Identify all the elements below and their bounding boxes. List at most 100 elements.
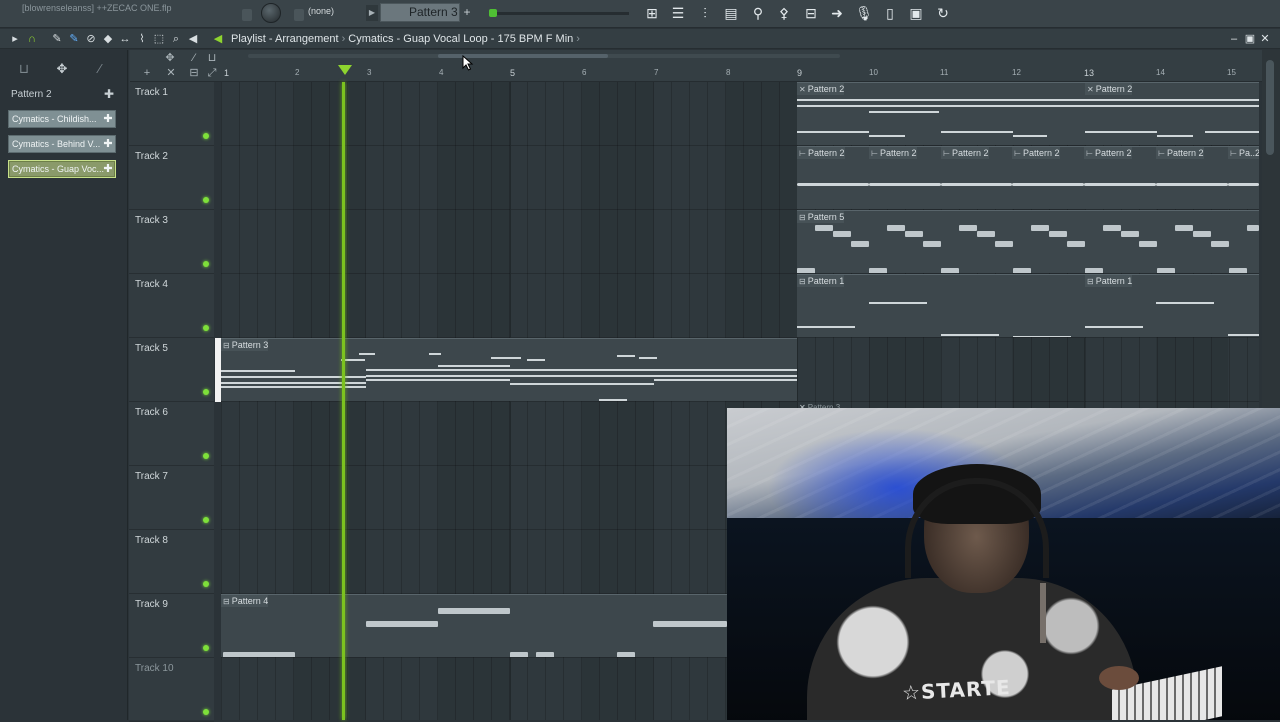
- tempo-slider[interactable]: [493, 12, 629, 15]
- piano-roll-icon[interactable]: ⊞: [641, 3, 663, 23]
- picker-clip-selected[interactable]: Cymatics - Guap Voc... ✚: [8, 160, 116, 178]
- window-menu-icon[interactable]: ▸: [8, 31, 22, 47]
- maximize-icon[interactable]: ▣: [1243, 31, 1257, 47]
- browser-icon[interactable]: ⚴: [773, 3, 795, 23]
- bar-number[interactable]: 5: [510, 68, 515, 78]
- refresh-icon[interactable]: ↻: [932, 3, 954, 23]
- draw-tool-icon[interactable]: ✎: [50, 31, 64, 47]
- audio-clip[interactable]: ⊢ Pa..2: [1228, 146, 1259, 209]
- track-mute-led-icon[interactable]: [203, 325, 209, 331]
- snap-value[interactable]: (none): [308, 6, 334, 16]
- clip-close-icon[interactable]: ✕: [799, 85, 806, 94]
- picker-clip-add-icon[interactable]: ✚: [101, 161, 115, 177]
- mute-tool-icon[interactable]: ◆: [101, 31, 115, 47]
- slice-tool-icon[interactable]: ⌇: [135, 31, 149, 47]
- audio-clip[interactable]: ⊢ Pattern 2: [869, 146, 941, 209]
- bar-number[interactable]: 13: [1084, 68, 1094, 78]
- bar-number[interactable]: 9: [797, 68, 802, 78]
- minimize-icon[interactable]: –: [1227, 31, 1241, 47]
- add-pattern-button[interactable]: +: [461, 4, 473, 21]
- timeline-close-icon[interactable]: ✕: [163, 66, 179, 80]
- bar-number[interactable]: 4: [439, 68, 443, 77]
- audio-clip[interactable]: ⊢ Pattern 2: [797, 146, 869, 209]
- pattern-icon[interactable]: ⊟: [800, 3, 822, 23]
- pattern-clip[interactable]: ⊟ Pattern 3: [221, 338, 797, 401]
- audio-clip[interactable]: ⊢ Pattern 2: [941, 146, 1012, 209]
- picker-header-add-icon[interactable]: ✚: [104, 86, 114, 103]
- bar-number[interactable]: 2: [295, 68, 299, 77]
- bar-number[interactable]: 15: [1227, 68, 1236, 77]
- breadcrumb-clip[interactable]: Cymatics - Guap Vocal Loop - 175 BPM F M…: [348, 33, 573, 45]
- playhead-marker-icon[interactable]: [338, 65, 352, 75]
- track-header[interactable]: Track 7: [129, 466, 214, 530]
- track-header[interactable]: Track 10: [129, 658, 214, 722]
- track-header[interactable]: Track 8: [129, 530, 214, 594]
- channel-rack-icon[interactable]: ☰: [667, 3, 689, 23]
- pattern-clip[interactable]: ⊟ Pattern 5: [797, 210, 1259, 273]
- track-header[interactable]: Track 2: [129, 146, 214, 210]
- bar-number[interactable]: 3: [367, 68, 371, 77]
- tempo-slider-handle[interactable]: [489, 9, 497, 17]
- track-mute-led-icon[interactable]: [203, 389, 209, 395]
- track-header[interactable]: Track 5: [129, 338, 214, 402]
- track-mute-led-icon[interactable]: [203, 453, 209, 459]
- lock-icon[interactable]: [242, 9, 252, 21]
- timeline-pencil-icon[interactable]: ⁄: [186, 51, 202, 65]
- arrangement-icon[interactable]: ◀: [211, 31, 225, 47]
- record-mic-icon[interactable]: 🎙: [853, 3, 875, 23]
- pattern-clip[interactable]: ⊟ Pattern 1: [1085, 274, 1259, 337]
- picker-grid-icon[interactable]: ⊔: [16, 61, 32, 77]
- picker-clip[interactable]: Cymatics - Childish... ✚: [8, 110, 116, 128]
- bar-number[interactable]: 7: [654, 68, 658, 77]
- magnet-icon[interactable]: ∩: [25, 31, 39, 47]
- track-mute-led-icon[interactable]: [203, 517, 209, 523]
- bar-number[interactable]: 14: [1156, 68, 1165, 77]
- timeline-zoom-icon[interactable]: ⊟: [186, 66, 202, 80]
- plugin-icon[interactable]: ⚲: [747, 3, 769, 23]
- pattern-clip[interactable]: ✕ Pattern 2: [797, 82, 1085, 145]
- pattern-prev-icon[interactable]: ▶: [366, 5, 378, 21]
- bar-number[interactable]: 11: [940, 68, 948, 77]
- timeline-sync-icon[interactable]: ⤢: [204, 66, 220, 80]
- bar-number[interactable]: 8: [726, 68, 730, 77]
- audio-clip[interactable]: ⊢ Pattern 2: [1156, 146, 1228, 209]
- export-icon[interactable]: ➜: [826, 3, 848, 23]
- timeline-snap-icon[interactable]: ⊔: [204, 51, 220, 65]
- mixer-icon[interactable]: ⫶: [694, 3, 716, 23]
- track-header[interactable]: Track 9: [129, 594, 214, 658]
- pattern-clip[interactable]: ⊟ Pattern 1: [797, 274, 1085, 337]
- audio-clip[interactable]: ⊢ Pattern 2: [1012, 146, 1084, 209]
- track-header[interactable]: Track 6: [129, 402, 214, 466]
- track-header[interactable]: Track 3: [129, 210, 214, 274]
- picker-clip-add-icon[interactable]: ✚: [101, 111, 115, 127]
- timeline-add-icon[interactable]: +: [139, 66, 155, 80]
- vertical-scrollbar-thumb[interactable]: [1266, 60, 1274, 155]
- audio-clip[interactable]: ⊢ Pattern 2: [1084, 146, 1156, 209]
- track-mute-led-icon[interactable]: [203, 261, 209, 267]
- bar-number[interactable]: 10: [869, 68, 878, 77]
- breadcrumb-arrow-icon[interactable]: ›: [576, 33, 580, 45]
- track-header[interactable]: Track 4: [129, 274, 214, 338]
- delete-tool-icon[interactable]: ⊘: [84, 31, 98, 47]
- track-mute-led-icon[interactable]: [203, 645, 209, 651]
- stamp-icon[interactable]: ▣: [905, 3, 927, 23]
- pattern-selector[interactable]: Pattern 3: [380, 3, 460, 22]
- close-icon[interactable]: ✕: [1258, 31, 1272, 47]
- picker-clip[interactable]: Cymatics - Behind V... ✚: [8, 135, 116, 153]
- picker-header[interactable]: Pattern 2 ✚: [8, 86, 116, 103]
- slip-tool-icon[interactable]: ↔: [118, 31, 132, 47]
- paint-tool-icon[interactable]: ✎: [67, 31, 81, 47]
- pattern-clip[interactable]: ⊟ Pattern 4: [221, 594, 727, 657]
- track-mute-led-icon[interactable]: [203, 197, 209, 203]
- track-header[interactable]: Track 1: [129, 82, 214, 146]
- master-volume-knob[interactable]: [261, 3, 281, 23]
- select-tool-icon[interactable]: ⬚: [152, 31, 166, 47]
- clip-close-icon[interactable]: ✕: [1087, 85, 1094, 94]
- timeline-move-icon[interactable]: ✥: [162, 51, 178, 65]
- horizontal-scrollbar[interactable]: [248, 54, 840, 58]
- zoom-tool-icon[interactable]: ⌕: [169, 31, 183, 47]
- playback-tool-icon[interactable]: ◀: [186, 31, 200, 47]
- bar-number[interactable]: 6: [582, 68, 586, 77]
- pattern-clip[interactable]: ✕ Pattern 2: [1085, 82, 1259, 145]
- template-icon[interactable]: ▯: [879, 3, 901, 23]
